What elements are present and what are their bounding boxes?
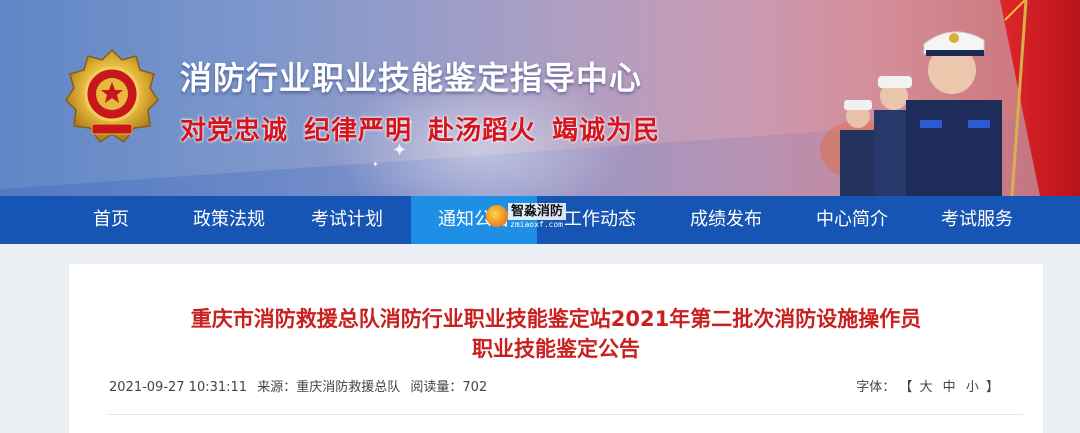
nav-item-exam-services[interactable]: 考试服务: [915, 196, 1039, 244]
watermark-logo-icon: [486, 205, 508, 227]
slogan-item: 对党忠诚: [180, 116, 289, 146]
watermark: 智淼消防 zmiaoxf.com: [486, 203, 572, 231]
view-count: 阅读量：702: [410, 380, 487, 395]
watermark-text: 智淼消防: [508, 203, 567, 220]
nav-item-exam-plan[interactable]: 考试计划: [283, 196, 411, 244]
article-title: 重庆市消防救援总队消防行业职业技能鉴定站2021年第二批次消防设施操作员 职业技…: [69, 304, 1043, 364]
slogan-item: 赴汤蹈火: [428, 116, 537, 146]
source-value: 重庆消防救援总队: [296, 380, 401, 395]
nav-item-policies[interactable]: 政策法规: [175, 196, 283, 244]
honor-guard-illustration: [820, 0, 1080, 196]
divider: [107, 414, 1023, 415]
header-banner: ✦ ✦ ✦ 消防行业职业技能鉴定指导中心 对党忠诚 纪律严明 赴汤蹈火 竭诚为民: [0, 0, 1080, 196]
publish-datetime: 2021-09-27 10:31:11: [109, 380, 248, 395]
font-size-medium-button[interactable]: 中: [943, 380, 956, 395]
slogan-item: 纪律严明: [304, 116, 413, 146]
nav-item-home[interactable]: 首页: [47, 196, 175, 244]
sparkle-icon: ✦: [372, 160, 379, 169]
slogan-item: 竭诚为民: [552, 116, 661, 146]
bracket-close: 】: [985, 380, 999, 395]
views-label: 阅读量：: [410, 380, 463, 395]
font-size-small-button[interactable]: 小: [966, 380, 979, 395]
article-card: 重庆市消防救援总队消防行业职业技能鉴定站2021年第二批次消防设施操作员 职业技…: [69, 264, 1043, 433]
font-size-switcher: 字体： 【 大 中 小 】: [856, 376, 999, 395]
font-size-label: 字体：: [856, 380, 896, 395]
watermark-url: zmiaoxf.com: [510, 220, 563, 229]
article-title-line: 职业技能鉴定公告: [472, 337, 640, 361]
article-meta: 2021-09-27 10:31:11 来源：重庆消防救援总队 阅读量：702: [109, 376, 493, 395]
nav-item-results[interactable]: 成绩发布: [663, 196, 789, 244]
source-label: 来源：: [257, 380, 297, 395]
bracket-open: 【: [899, 380, 913, 395]
font-size-large-button[interactable]: 大: [920, 380, 933, 395]
nav-item-about[interactable]: 中心简介: [789, 196, 915, 244]
source-info: 来源：重庆消防救援总队: [257, 380, 400, 395]
site-title: 消防行业职业技能鉴定指导中心: [180, 59, 643, 97]
slogan: 对党忠诚 纪律严明 赴汤蹈火 竭诚为民: [180, 110, 676, 147]
emblem-icon: [65, 48, 159, 144]
article-title-line: 重庆市消防救援总队消防行业职业技能鉴定站2021年第二批次消防设施操作员: [190, 307, 922, 331]
views-value: 702: [462, 380, 488, 395]
